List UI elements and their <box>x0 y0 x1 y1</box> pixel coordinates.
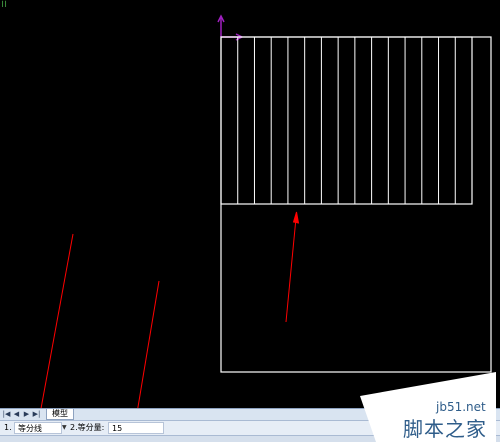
parameter-bar: 1. 等分线 ▼ 2.等分量: 15 <box>0 420 500 435</box>
layout-tab-bar: |◀ ◀ ▶ ▶| 模型 <box>0 408 500 420</box>
field1-prefix: 1. <box>4 423 12 432</box>
drawing-svg <box>40 14 492 408</box>
divided-rectangle[interactable] <box>220 36 473 205</box>
status-bar <box>0 435 500 442</box>
arrow-to-divisions-head <box>292 211 300 224</box>
next-tab-icon[interactable]: ▶ <box>22 409 31 420</box>
tab-model[interactable]: 模型 <box>46 409 74 420</box>
division-lines <box>237 37 456 204</box>
last-tab-icon[interactable]: ▶| <box>32 409 41 420</box>
arrow-to-field2 <box>137 280 160 408</box>
arrow-to-field1 <box>40 233 74 408</box>
arrow-to-divisions <box>285 217 297 323</box>
division-type-dropdown[interactable]: 等分线 <box>14 422 62 434</box>
drawing-canvas[interactable]: ii <box>0 0 500 408</box>
division-count-label: 2.等分量: <box>70 423 105 432</box>
dropdown-arrow-icon[interactable]: ▼ <box>62 422 67 434</box>
prev-tab-icon[interactable]: ◀ <box>12 409 21 420</box>
division-count-input[interactable]: 15 <box>108 422 164 434</box>
first-tab-icon[interactable]: |◀ <box>2 409 11 420</box>
annotation-arrows <box>40 211 300 408</box>
